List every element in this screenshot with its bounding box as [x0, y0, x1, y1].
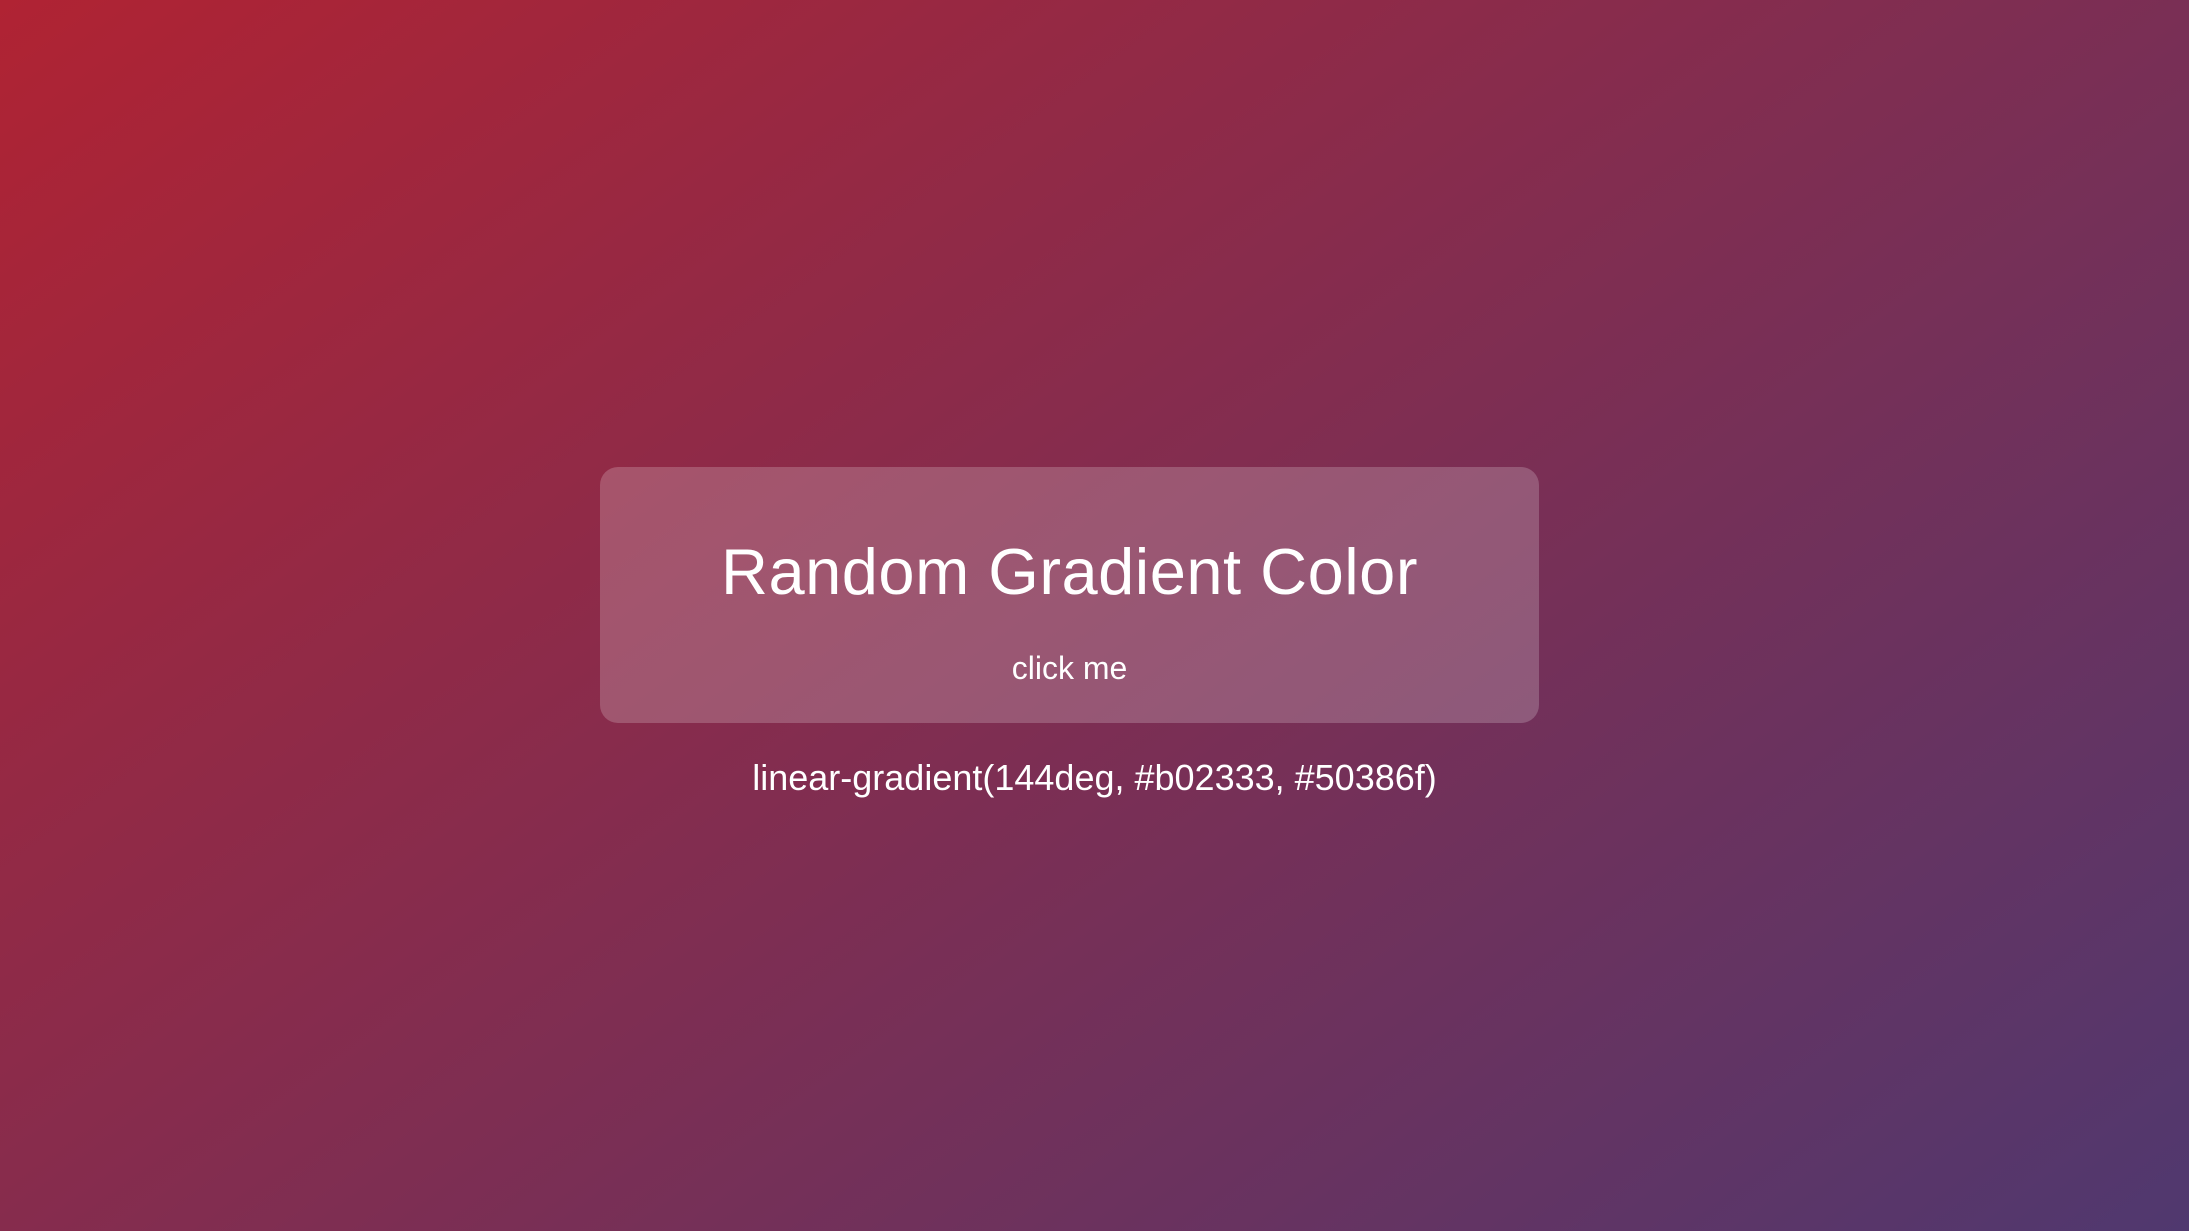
page-title: Random Gradient Color [721, 535, 1418, 608]
gradient-card: Random Gradient Color click me [600, 467, 1539, 723]
click-me-button[interactable]: click me [1012, 652, 1128, 684]
gradient-code-text: linear-gradient(144deg, #b02333, #50386f… [752, 757, 1437, 798]
